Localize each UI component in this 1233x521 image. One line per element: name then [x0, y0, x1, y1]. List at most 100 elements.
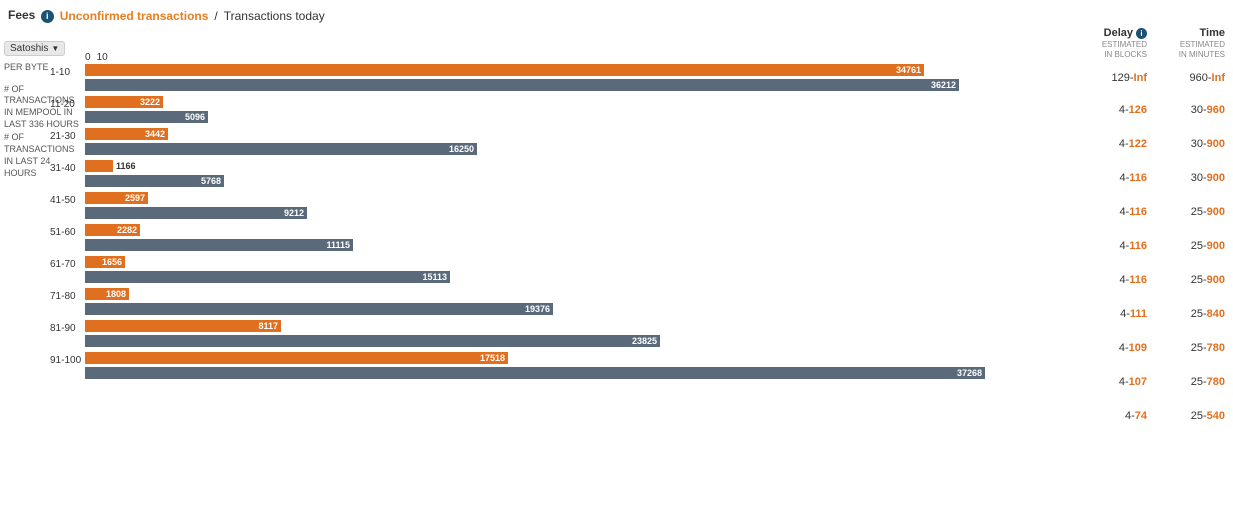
fees-label: Fees i	[8, 8, 54, 23]
gray-bar-row: 37268	[85, 366, 1073, 380]
header-separator: /	[214, 9, 217, 23]
fee-group-51-60: 51-60228211115	[85, 223, 1073, 252]
gray-bar: 23825	[85, 335, 660, 347]
fee-group-61-70: 61-70165615113	[85, 255, 1073, 284]
delay-val-81-90: 4-107	[1085, 376, 1155, 388]
orange-bar: 8117	[85, 320, 281, 332]
fee-range-label: 41-50	[50, 195, 76, 206]
orange-bar-label: 2597	[125, 193, 145, 203]
gray-bar: 19376	[85, 303, 553, 315]
right-row-21-30: 4-11630-900	[1081, 161, 1225, 195]
fee-group-81-90: 81-90811723825	[85, 319, 1073, 348]
fees-info-icon[interactable]: i	[41, 10, 54, 23]
orange-bar	[85, 160, 113, 172]
time-val-91-100: 25-540	[1155, 410, 1225, 422]
unconfirmed-link[interactable]: Unconfirmed transactions	[60, 9, 209, 23]
gray-bar-label: 11115	[326, 240, 350, 250]
delay-val-71-80: 4-109	[1085, 342, 1155, 354]
fee-group-11-20: 11-2032225096	[85, 95, 1073, 124]
orange-bar-row: 1166	[85, 159, 1073, 173]
right-row-71-80: 4-10925-780	[1081, 331, 1225, 365]
right-row-51-60: 4-11625-900	[1081, 263, 1225, 297]
orange-bar-row: 1656	[85, 255, 1073, 269]
gray-bar-label: 23825	[632, 336, 657, 346]
gray-bar-label: 37268	[957, 368, 982, 378]
fee-range-label: 91-100	[50, 355, 81, 366]
delay-val-31-40: 4-116	[1085, 206, 1155, 218]
delay-info-icon[interactable]: i	[1136, 28, 1147, 39]
right-header: Delay i ESTIMATED IN BLOCKS Time ESTIMAT…	[1081, 27, 1225, 59]
time-val-31-40: 25-900	[1155, 206, 1225, 218]
right-row-61-70: 4-11125-840	[1081, 297, 1225, 331]
orange-bar: 2282	[85, 224, 140, 236]
zero-label: 0	[85, 53, 91, 63]
delay-val-11-20: 4-122	[1085, 138, 1155, 150]
gray-bar: 16250	[85, 143, 477, 155]
orange-bar-row: 34761	[85, 63, 1073, 77]
gray-bar-label: 19376	[525, 304, 550, 314]
orange-bar: 1808	[85, 288, 129, 300]
fee-group-21-30: 21-30344216250	[85, 127, 1073, 156]
fee-range-label: 51-60	[50, 227, 76, 238]
gray-bar: 15113	[85, 271, 450, 283]
orange-bar: 17518	[85, 352, 508, 364]
fee-range-label: 31-40	[50, 163, 76, 174]
fee-range-label: 61-70	[50, 259, 76, 270]
fee-range-label: 21-30	[50, 131, 76, 142]
orange-bar-row: 8117	[85, 319, 1073, 333]
orange-bar-label: 17518	[480, 353, 505, 363]
time-val-71-80: 25-780	[1155, 342, 1225, 354]
delay-val-61-70: 4-111	[1085, 308, 1155, 320]
orange-bar-row: 2597	[85, 191, 1073, 205]
gray-bar-label: 16250	[449, 144, 474, 154]
fee-range-label: 11-20	[50, 99, 75, 110]
gray-bar: 37268	[85, 367, 985, 379]
fee-group-41-50: 41-5025979212	[85, 191, 1073, 220]
delay-val-51-60: 4-116	[1085, 274, 1155, 286]
fee-group-91-100: 91-1001751837268	[85, 351, 1073, 380]
time-val-1-10: 30-960	[1155, 104, 1225, 116]
fee-range-label: 1-10	[50, 67, 70, 78]
orange-bar-row: 17518	[85, 351, 1073, 365]
orange-bar-row: 3222	[85, 95, 1073, 109]
gray-bar-row: 19376	[85, 302, 1073, 316]
transactions-today-link[interactable]: Transactions today	[224, 9, 325, 23]
time-val-61-70: 25-840	[1155, 308, 1225, 320]
gray-bar: 36212	[85, 79, 959, 91]
orange-bar-label: 3222	[140, 97, 160, 107]
right-row-81-90: 4-10725-780	[1081, 365, 1225, 399]
gray-bar: 11115	[85, 239, 353, 251]
time-title: Time	[1155, 27, 1225, 39]
delay-subtitle: ESTIMATED IN BLOCKS	[1085, 40, 1147, 59]
gray-bar-label: 5768	[201, 176, 221, 186]
dropdown-arrow: ▼	[51, 44, 59, 53]
delay-val-21-30: 4-116	[1085, 172, 1155, 184]
orange-bar: 1656	[85, 256, 125, 268]
orange-bar-label: 3442	[145, 129, 165, 139]
orange-bar: 34761	[85, 64, 924, 76]
gray-bar-row: 5096	[85, 110, 1073, 124]
right-panel: Delay i ESTIMATED IN BLOCKS Time ESTIMAT…	[1073, 27, 1233, 521]
delay-val-1-10: 4-126	[1085, 104, 1155, 116]
gray-bar-label: 9212	[284, 208, 304, 218]
orange-bar-label: 8117	[258, 321, 278, 331]
delay-title: Delay i	[1085, 27, 1147, 39]
orange-bar-label: 34761	[896, 65, 921, 75]
orange-bar-label: 1808	[106, 289, 126, 299]
orange-bar: 2597	[85, 192, 148, 204]
bars-area: 1-10347613621211-203222509621-3034421625…	[85, 63, 1073, 521]
delay-val-41-50: 4-116	[1085, 240, 1155, 252]
satoshi-dropdown[interactable]: Satoshis ▼	[4, 41, 65, 56]
right-row-zero: 129-Inf960-Inf	[1081, 63, 1225, 93]
time-subtitle: ESTIMATED IN MINUTES	[1155, 40, 1225, 59]
header: Fees i Unconfirmed transactions / Transa…	[0, 8, 1233, 27]
orange-bar-label: 1656	[102, 257, 122, 267]
fee-range-label: 81-90	[50, 323, 76, 334]
time-val-21-30: 30-900	[1155, 172, 1225, 184]
gray-bar-row: 5768	[85, 174, 1073, 188]
gray-bar-row: 15113	[85, 270, 1073, 284]
gray-bar-row: 23825	[85, 334, 1073, 348]
time-val-zero: 960-Inf	[1155, 72, 1225, 84]
fee-group-71-80: 71-80180819376	[85, 287, 1073, 316]
right-row-91-100: 4-7425-540	[1081, 399, 1225, 433]
